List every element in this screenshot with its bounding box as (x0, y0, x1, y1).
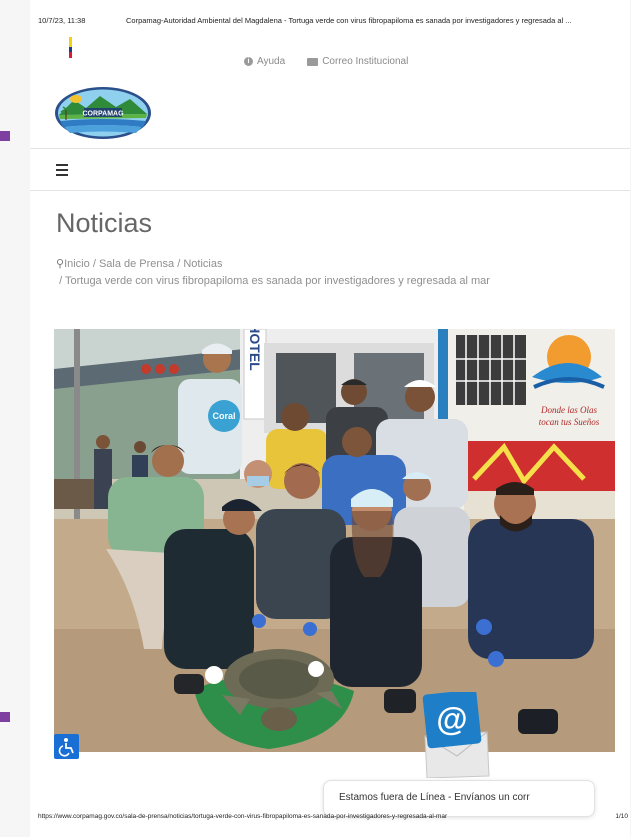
mural-text-line-1: Donde las Olas (540, 405, 597, 415)
page-title: Noticias (56, 208, 153, 238)
envelope-icon (307, 57, 319, 66)
hamburger-icon[interactable] (56, 164, 68, 179)
chat-status-text: Estamos fuera de Línea - Envíanos un cor… (339, 792, 530, 803)
shirt-brand-text: Coral (212, 411, 235, 421)
map-pin-icon: ⚲ (56, 258, 65, 270)
breadcrumb-separator: / (92, 258, 96, 270)
breadcrumb: ⚲Inicio / Sala de Prensa / Noticias / To… (56, 256, 490, 290)
hotel-sign: HOTEL (247, 329, 263, 371)
mural-text-line-2: tocan tus Sueños (539, 417, 600, 427)
help-link-label: Ayuda (257, 56, 286, 67)
wheelchair-icon[interactable] (54, 734, 79, 759)
print-margin-mark (0, 131, 10, 141)
contact-mail-icon[interactable]: @ (419, 692, 493, 778)
info-icon: i (244, 57, 253, 66)
at-sign-icon: @ (436, 701, 467, 737)
breadcrumb-press-room[interactable]: Sala de Prensa (99, 258, 174, 270)
offline-chat-box[interactable]: Estamos fuera de Línea - Envíanos un cor… (323, 780, 595, 817)
print-document-title: Corpamag-Autoridad Ambiental del Magdale… (126, 16, 572, 25)
breadcrumb-news[interactable]: Noticias (183, 258, 222, 270)
corpamag-logo[interactable]: CORPAMAG (54, 86, 152, 140)
page: 10/7/23, 11:38 Corpamag-Autoridad Ambien… (30, 0, 630, 837)
top-links: i Ayuda Correo Institucional (244, 56, 408, 67)
print-margin-mark (0, 712, 10, 722)
colombia-flag-icon (69, 37, 72, 58)
print-timestamp: 10/7/23, 11:38 (38, 16, 86, 25)
breadcrumb-separator: / (59, 275, 63, 287)
news-photo: HOTEL Donde las Olas tocan tus Sueños Co… (54, 329, 615, 752)
print-page-number: 1/10 (615, 813, 628, 820)
logo-text: CORPAMAG (82, 111, 124, 118)
breadcrumb-home[interactable]: Inicio (64, 258, 90, 270)
breadcrumb-current: Tortuga verde con virus fibropapiloma es… (64, 275, 490, 287)
print-footer: https://www.corpamag.gov.co/sala-de-pren… (38, 813, 628, 820)
main-nav (30, 148, 630, 191)
institutional-mail-link[interactable]: Correo Institucional (307, 56, 408, 67)
print-url: https://www.corpamag.gov.co/sala-de-pren… (38, 813, 448, 820)
help-link[interactable]: i Ayuda (244, 56, 285, 67)
institutional-mail-label: Correo Institucional (322, 56, 409, 67)
breadcrumb-separator: / (177, 258, 181, 270)
